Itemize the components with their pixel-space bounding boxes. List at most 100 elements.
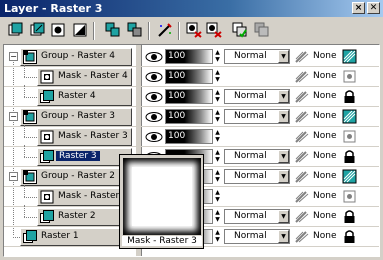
new-vector-layer-icon[interactable] xyxy=(30,22,46,38)
tree-connector xyxy=(24,97,37,98)
tree-connector xyxy=(24,77,37,78)
opacity-slider[interactable]: 100 xyxy=(165,49,213,64)
chevron-down-icon[interactable]: ▼ xyxy=(278,150,289,163)
collapse-toggle[interactable]: − xyxy=(9,112,18,121)
collapse-toggle[interactable]: − xyxy=(9,172,18,181)
layer-row[interactable]: − Group - Raster 4 100 ▲ ▼ Normal ▼ None xyxy=(4,47,379,67)
lock-transparency-icon[interactable] xyxy=(342,149,357,164)
toggle-mask-icon[interactable] xyxy=(206,22,222,38)
hide-all-icon[interactable] xyxy=(254,22,270,38)
show-all-icon[interactable] xyxy=(232,22,248,38)
opacity-spinner[interactable]: ▲ ▼ xyxy=(214,109,221,124)
mask-thumbnail xyxy=(123,158,201,235)
chevron-down-icon[interactable]: ▼ xyxy=(278,90,289,103)
blend-mode-select[interactable]: Normal ▼ xyxy=(224,109,290,124)
link-icon[interactable] xyxy=(294,110,310,124)
link-icon[interactable] xyxy=(294,90,310,104)
chevron-down-icon[interactable]: ▼ xyxy=(278,50,289,63)
link-set-value: None xyxy=(313,151,337,161)
opacity-spinner[interactable]: ▲ ▼ xyxy=(214,189,221,204)
mask-layer-icon xyxy=(40,70,54,84)
visibility-eye-icon[interactable] xyxy=(145,91,163,103)
opacity-spinner[interactable]: ▲ ▼ xyxy=(214,149,221,164)
link-set-value: None xyxy=(313,211,337,221)
layer-row[interactable]: Mask - Raster 4 100 ▲ ▼ None xyxy=(4,65,379,87)
layer-name-button[interactable]: Raster 4 xyxy=(37,88,132,106)
visibility-eye-icon[interactable] xyxy=(145,111,163,123)
restore-button[interactable]: × xyxy=(352,2,365,14)
link-icon[interactable] xyxy=(294,190,310,204)
mask-link-icon[interactable] xyxy=(342,189,357,204)
link-icon[interactable] xyxy=(294,130,310,144)
layer-name: Group - Raster 2 xyxy=(41,171,115,181)
link-icon[interactable] xyxy=(294,230,310,244)
blend-mode-select[interactable]: Normal ▼ xyxy=(224,229,290,244)
link-icon[interactable] xyxy=(294,170,310,184)
link-set-value: None xyxy=(313,231,337,241)
chevron-down-icon[interactable]: ▼ xyxy=(278,210,289,223)
link-set-value: None xyxy=(313,91,337,101)
new-raster-layer-icon[interactable] xyxy=(8,22,24,38)
layer-properties-icon[interactable] xyxy=(157,22,173,38)
merge-layers-icon[interactable] xyxy=(127,22,143,38)
collapse-toggle[interactable]: − xyxy=(9,52,18,61)
blend-mode-select[interactable]: Normal ▼ xyxy=(224,169,290,184)
new-adjustment-layer-icon[interactable] xyxy=(72,22,88,38)
chevron-down-icon[interactable]: ▼ xyxy=(278,110,289,123)
visibility-eye-icon[interactable] xyxy=(145,131,163,143)
layer-name-button[interactable]: Mask - Raster 4 xyxy=(37,68,132,86)
tree-connector xyxy=(24,157,37,158)
opacity-value: 100 xyxy=(168,111,186,121)
layer-name-button[interactable]: Raster 3 xyxy=(37,148,132,166)
layer-name-button[interactable]: Group - Raster 4 xyxy=(20,48,132,66)
opacity-slider[interactable]: 100 xyxy=(165,89,213,104)
layer-name: Mask - Raster 3 xyxy=(58,131,128,141)
opacity-slider[interactable]: 100 xyxy=(165,129,213,144)
blend-mode-select[interactable]: Normal ▼ xyxy=(224,49,290,64)
new-group-layer-icon[interactable] xyxy=(105,22,121,38)
opacity-spinner[interactable]: ▲ ▼ xyxy=(214,69,221,84)
link-icon[interactable] xyxy=(294,210,310,224)
chevron-down-icon[interactable]: ▼ xyxy=(278,230,289,243)
visibility-eye-icon[interactable] xyxy=(145,71,163,83)
link-icon[interactable] xyxy=(294,50,310,64)
layer-row[interactable]: Mask - Raster 3 100 ▲ ▼ None xyxy=(4,125,379,147)
opacity-spinner[interactable]: ▲ ▼ xyxy=(214,129,221,144)
blend-mode-value: Normal xyxy=(234,111,267,121)
tree-connector xyxy=(13,237,20,238)
blend-mode-select[interactable]: Normal ▼ xyxy=(224,209,290,224)
link-icon[interactable] xyxy=(294,150,310,164)
layer-name-button[interactable]: Group - Raster 3 xyxy=(20,108,132,126)
layer-name-button[interactable]: Mask - Raster 2 xyxy=(37,188,132,206)
mask-link-icon[interactable] xyxy=(342,129,357,144)
opacity-spinner[interactable]: ▲ ▼ xyxy=(214,209,221,224)
opacity-slider[interactable]: 100 xyxy=(165,69,213,84)
layer-name-button[interactable]: Group - Raster 2 xyxy=(20,168,132,186)
blend-mode-select[interactable]: Normal ▼ xyxy=(224,89,290,104)
layer-row[interactable]: − Group - Raster 3 100 ▲ ▼ Normal ▼ None xyxy=(4,107,379,127)
opacity-spinner[interactable]: ▲ ▼ xyxy=(214,89,221,104)
layer-row[interactable]: Raster 4 100 ▲ ▼ Normal ▼ None xyxy=(4,85,379,107)
lock-transparency-icon[interactable] xyxy=(342,89,357,104)
layer-name-button[interactable]: Raster 1 xyxy=(20,228,132,246)
chevron-down-icon[interactable]: ▼ xyxy=(278,170,289,183)
group-link-icon[interactable] xyxy=(342,169,357,184)
lock-transparency-icon[interactable] xyxy=(342,209,357,224)
close-button[interactable]: ✕ xyxy=(367,2,380,14)
opacity-spinner[interactable]: ▲ ▼ xyxy=(214,49,221,64)
blend-mode-select[interactable]: Normal ▼ xyxy=(224,149,290,164)
mask-link-icon[interactable] xyxy=(342,69,357,84)
lock-transparency-icon[interactable] xyxy=(342,229,357,244)
opacity-spinner[interactable]: ▲ ▼ xyxy=(214,169,221,184)
layer-name-button[interactable]: Raster 2 xyxy=(37,208,132,226)
layer-name: Raster 1 xyxy=(41,231,79,241)
visibility-eye-icon[interactable] xyxy=(145,51,163,63)
link-icon[interactable] xyxy=(294,70,310,84)
opacity-slider[interactable]: 100 xyxy=(165,109,213,124)
group-link-icon[interactable] xyxy=(342,49,357,64)
new-mask-layer-icon[interactable] xyxy=(50,22,66,38)
group-link-icon[interactable] xyxy=(342,109,357,124)
toggle-visibility-icon[interactable] xyxy=(186,22,202,38)
layer-name-button[interactable]: Mask - Raster 3 xyxy=(37,128,132,146)
opacity-spinner[interactable]: ▲ ▼ xyxy=(214,229,221,244)
